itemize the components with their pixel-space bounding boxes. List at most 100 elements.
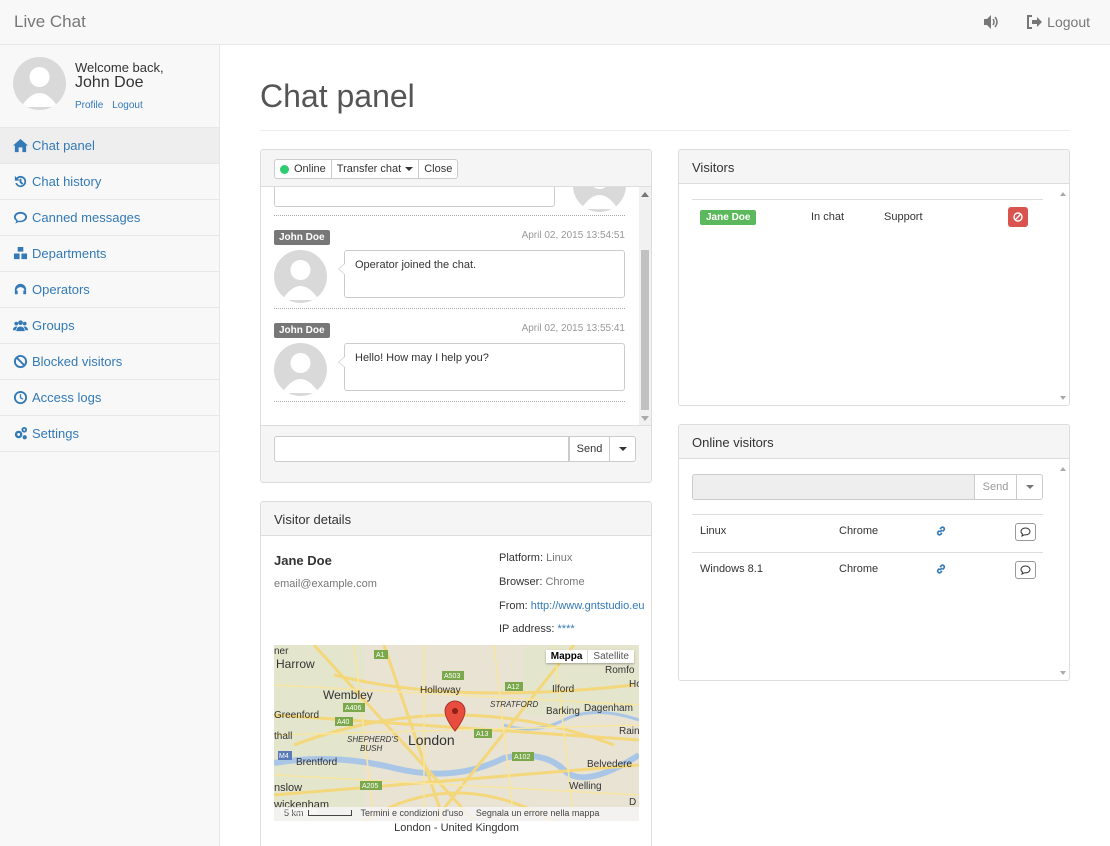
visitor-name-badge[interactable]: Jane Doe (700, 210, 757, 225)
sidebar: Welcome back, John Doe Profile Logout Ch… (0, 45, 220, 846)
transfer-chat-button[interactable]: Transfer chat (332, 160, 420, 178)
svg-text:Ho: Ho (629, 679, 639, 690)
visitors-scrollbar[interactable] (1057, 187, 1069, 405)
scroll-up-icon[interactable] (641, 192, 649, 197)
page-title: Chat panel (260, 78, 415, 114)
scroll-thumb[interactable] (641, 250, 649, 410)
logout-label: Logout (1047, 14, 1090, 30)
svg-text:London: London (408, 732, 455, 748)
map-type-toggle: Mappa Satellite (545, 650, 634, 663)
svg-text:Barking: Barking (546, 706, 580, 717)
scroll-down-icon[interactable] (1060, 396, 1066, 400)
visitor-ip: IP address: **** (499, 623, 575, 635)
sidebar-item-operators[interactable]: Operators (0, 272, 219, 308)
comment-icon (1020, 527, 1031, 537)
avatar (274, 343, 327, 396)
comment-icon (13, 211, 28, 224)
scroll-up-icon[interactable] (1060, 192, 1066, 196)
visitors-list[interactable]: Jane Doe In chat Support (679, 187, 1069, 405)
app-title[interactable]: Live Chat (14, 12, 86, 32)
logout-link[interactable]: Logout (112, 100, 143, 111)
panel-title: Visitors (679, 150, 1069, 184)
svg-text:A13: A13 (476, 731, 489, 738)
sidebar-item-groups[interactable]: Groups (0, 308, 219, 344)
online-status-dot (280, 164, 289, 174)
volume-icon[interactable] (982, 13, 1000, 31)
map-report-link[interactable]: Segnala un errore nella mappa (476, 808, 600, 818)
visitor-map[interactable]: ner Harrow Wembley Greenford thall Brent… (274, 645, 639, 821)
map-terms-link[interactable]: Termini e condizioni d'uso (361, 808, 464, 818)
sidebar-item-label: Settings (32, 426, 79, 441)
broadcast-input[interactable] (692, 474, 975, 500)
link-icon[interactable] (935, 563, 947, 578)
svg-text:Brentford: Brentford (296, 757, 337, 768)
message-time: April 02, 2015 13:55:41 (521, 323, 625, 334)
svg-text:Welling: Welling (569, 781, 602, 792)
chat-scrollbar[interactable] (639, 187, 651, 425)
history-icon (14, 175, 27, 188)
table-row[interactable]: Jane Doe In chat Support (692, 199, 1043, 235)
sidebar-item-label: Departments (32, 246, 107, 261)
avatar (573, 187, 626, 212)
home-icon (13, 138, 28, 153)
visitor-status: In chat (811, 211, 845, 223)
welcome-text: Welcome back, (75, 60, 164, 75)
sidebar-item-departments[interactable]: Departments (0, 236, 219, 272)
sidebar-item-blocked-visitors[interactable]: Blocked visitors (0, 344, 219, 380)
map-footer: 5 km Google Termini e condizioni d'uso S… (274, 805, 639, 821)
sidebar-item-chat-history[interactable]: Chat history (0, 164, 219, 200)
svg-text:A406: A406 (345, 705, 361, 712)
visitor-ip-link[interactable]: **** (558, 623, 575, 635)
headphones-icon (14, 283, 27, 295)
caret-down-icon (618, 447, 627, 451)
message-bubble-previous (274, 187, 555, 207)
message-author: John Doe (274, 230, 330, 245)
broadcast-options-button[interactable] (1016, 474, 1043, 500)
logout-button[interactable]: Logout (1026, 14, 1090, 30)
broadcast-send-button[interactable]: Send (974, 474, 1017, 500)
sidebar-item-canned-messages[interactable]: Canned messages (0, 200, 219, 236)
svg-text:Ilford: Ilford (552, 684, 574, 695)
send-button[interactable]: Send (569, 436, 610, 462)
visitor-from-link[interactable]: http://www.gntstudio.eu (531, 600, 645, 612)
svg-text:Dagenham: Dagenham (584, 703, 633, 714)
visitor-platform: Platform: Linux (499, 552, 573, 564)
sidebar-item-chat-panel[interactable]: Chat panel (0, 128, 219, 164)
sidebar-item-access-logs[interactable]: Access logs (0, 380, 219, 416)
svg-text:thall: thall (274, 731, 292, 742)
map-type-satellite-button[interactable]: Satellite (587, 650, 634, 663)
chat-panel: Online Transfer chat Close John Doe Apri… (260, 149, 652, 483)
visitor-location: London - United Kingdom (394, 822, 519, 834)
scroll-down-icon[interactable] (1060, 671, 1066, 675)
avatar (274, 250, 327, 303)
message-author: John Doe (274, 323, 330, 338)
link-icon[interactable] (935, 525, 947, 540)
svg-text:Holloway: Holloway (420, 685, 461, 696)
visitor-details-panel: Visitor details Jane Doe email@example.c… (260, 501, 652, 846)
chat-messages[interactable]: John Doe April 02, 2015 13:54:51 Operato… (261, 187, 651, 425)
caret-down-icon (1025, 485, 1034, 489)
start-chat-button[interactable] (1015, 523, 1036, 541)
profile-link[interactable]: Profile (75, 100, 103, 111)
chat-compose: Send (261, 425, 651, 482)
message-input[interactable] (274, 436, 569, 462)
users-icon (13, 320, 28, 332)
close-chat-button[interactable]: Close (419, 160, 457, 178)
scroll-up-icon[interactable] (1060, 467, 1066, 471)
svg-text:A40: A40 (337, 719, 350, 726)
send-options-button[interactable] (609, 436, 636, 462)
user-profile: Welcome back, John Doe Profile Logout (0, 45, 219, 127)
sidebar-item-settings[interactable]: Settings (0, 416, 219, 452)
start-chat-button[interactable] (1015, 561, 1036, 579)
sidebar-item-label: Operators (32, 282, 90, 297)
scroll-down-icon[interactable] (641, 416, 649, 421)
block-visitor-button[interactable] (1008, 207, 1028, 227)
sidebar-item-label: Access logs (32, 390, 102, 405)
svg-text:A1: A1 (376, 652, 385, 659)
map-type-map-button[interactable]: Mappa (546, 650, 588, 663)
visitors-panel: Visitors Jane Doe In chat Support (678, 149, 1070, 406)
top-navbar: Live Chat Logout (0, 0, 1110, 45)
user-name: John Doe (75, 74, 144, 91)
online-visitors-scrollbar[interactable] (1057, 462, 1069, 680)
status-button[interactable]: Online (275, 160, 332, 178)
